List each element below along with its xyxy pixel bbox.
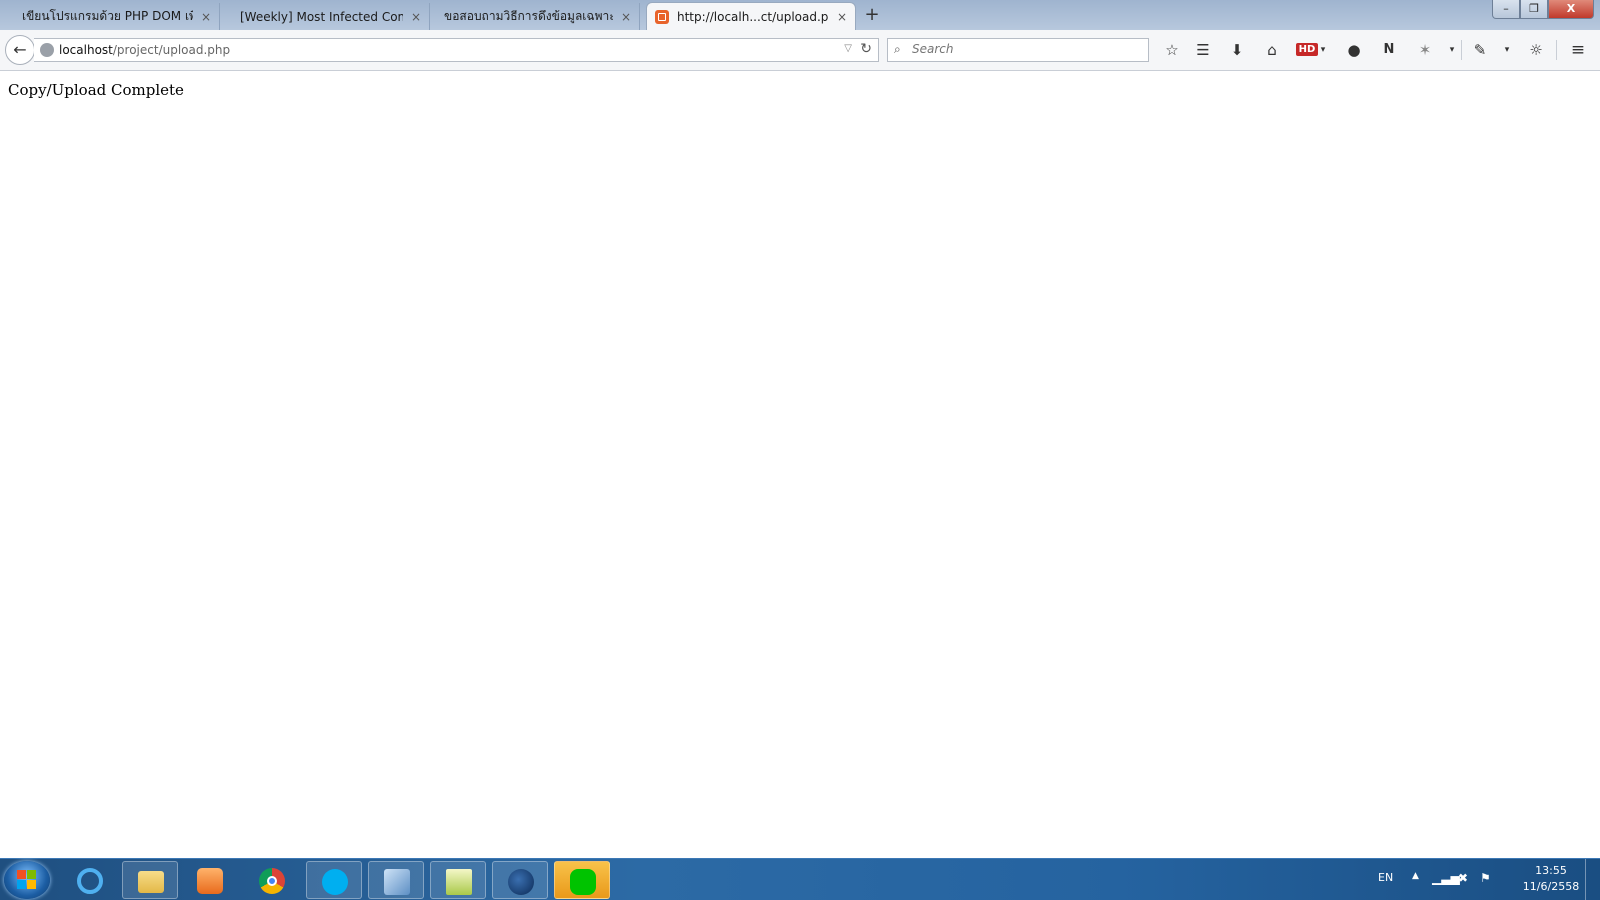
volume-muted-icon[interactable]: ✖ [1458,871,1468,885]
tab-close-icon[interactable]: × [199,10,213,24]
tab-label: ขอสอบถามวิธีการดึงข้อมูลเฉพาะส่... [444,9,613,23]
new-tab-button[interactable]: + [862,4,882,26]
hd-addon-icon[interactable]: HD [1295,38,1319,62]
tab-weekly-infected[interactable]: [Weekly] Most Infected Compu... × [222,3,430,30]
windows-taskbar: EN ▲ ▁▃▅ ✖ ⚑ 13:55 11/6/2558 [0,858,1600,900]
file-explorer-icon[interactable] [122,861,178,899]
url-history-dropdown-icon[interactable]: ▽ [844,43,852,54]
show-hidden-icons-icon[interactable]: ▲ [1412,871,1419,881]
home-icon[interactable]: ⌂ [1260,38,1284,62]
url-text[interactable]: localhost/project/upload.php [59,43,230,57]
toolbar-separator [1556,40,1557,60]
tab-data-query[interactable]: ขอสอบถามวิธีการดึงข้อมูลเฉพาะส่... × [432,3,640,30]
xampp-favicon-icon [655,9,669,24]
windows-logo-icon [17,870,37,890]
tab-close-icon[interactable]: × [409,10,423,24]
sync-icon[interactable]: ☼ [1524,38,1548,62]
browser-window: เขียนโปรแกรมด้วย PHP DOM เพื่... × [Week… [0,0,1600,900]
minimize-button[interactable]: – [1492,0,1520,19]
url-bar[interactable]: localhost/project/upload.php ▽ ↻ [34,38,879,62]
tab-label: เขียนโปรแกรมด้วย PHP DOM เพื่... [22,9,193,23]
addon-dropdown-icon[interactable]: ▾ [1447,38,1457,62]
menu-icon[interactable]: ≡ [1566,38,1590,62]
eyedropper-dropdown-icon[interactable]: ▾ [1502,38,1512,62]
hd-dropdown-icon[interactable]: ▾ [1318,38,1328,62]
tab-label: http://localh...ct/upload.php [677,9,829,24]
show-desktop-button[interactable] [1585,859,1600,900]
tab-strip: เขียนโปรแกรมด้วย PHP DOM เพื่... × [Week… [0,0,1600,30]
toolbar-separator [1461,40,1462,60]
onenote-icon[interactable]: N [1377,38,1401,62]
window-controls: – ❐ X [1492,0,1594,20]
back-button[interactable]: ← [5,35,35,65]
upload-status-message: Copy/Upload Complete [8,81,184,99]
addon-icon[interactable]: ✶ [1413,38,1437,62]
reading-list-icon[interactable]: ☰ [1191,38,1215,62]
tab-php-dom[interactable]: เขียนโปรแกรมด้วย PHP DOM เพื่... × [4,3,220,30]
url-path: /project/upload.php [112,43,231,57]
chat-icon[interactable]: ● [1342,38,1366,62]
page-content: Copy/Upload Complete [0,71,1600,858]
tab-close-icon[interactable]: × [835,10,849,24]
action-center-flag-icon[interactable]: ⚑ [1480,871,1491,885]
reload-icon[interactable]: ↻ [860,41,872,57]
search-input[interactable] [912,42,1132,56]
clock-date[interactable]: 11/6/2558 [1518,880,1584,893]
tab-close-icon[interactable]: × [619,10,633,24]
search-icon: ⌕ [894,42,901,56]
notepad-plus-icon[interactable] [430,861,486,899]
media-player-icon[interactable] [182,861,238,899]
virtualbox-icon[interactable] [368,861,424,899]
system-tray: EN ▲ ▁▃▅ ✖ ⚑ 13:55 11/6/2558 [1370,859,1600,900]
site-identity-icon[interactable] [40,43,54,57]
chrome-icon[interactable] [244,861,300,899]
eyedropper-icon[interactable]: ✎ [1468,38,1492,62]
download-icon[interactable]: ⬇ [1225,38,1249,62]
firefox-icon[interactable] [492,861,548,899]
hd-badge: HD [1295,43,1319,56]
restore-button[interactable]: ❐ [1520,0,1548,19]
tab-upload-php[interactable]: http://localh...ct/upload.php × [646,2,856,30]
skype-icon[interactable] [306,861,362,899]
bookmark-star-icon[interactable]: ☆ [1160,38,1184,62]
language-indicator[interactable]: EN [1378,871,1393,884]
network-signal-icon[interactable]: ▁▃▅ [1432,871,1460,885]
line-icon[interactable] [554,861,610,899]
tab-label: [Weekly] Most Infected Compu... [240,9,403,24]
clock-time[interactable]: 13:55 [1528,864,1574,877]
url-host: localhost [59,43,113,57]
search-bar[interactable]: ⌕ [887,38,1149,62]
navigation-toolbar: ← localhost/project/upload.php ▽ ↻ ⌕ ☆ ☰… [0,30,1600,71]
start-button[interactable] [4,861,50,899]
internet-explorer-icon[interactable] [62,861,118,899]
back-arrow-icon: ← [13,40,27,59]
close-button[interactable]: X [1548,0,1594,19]
